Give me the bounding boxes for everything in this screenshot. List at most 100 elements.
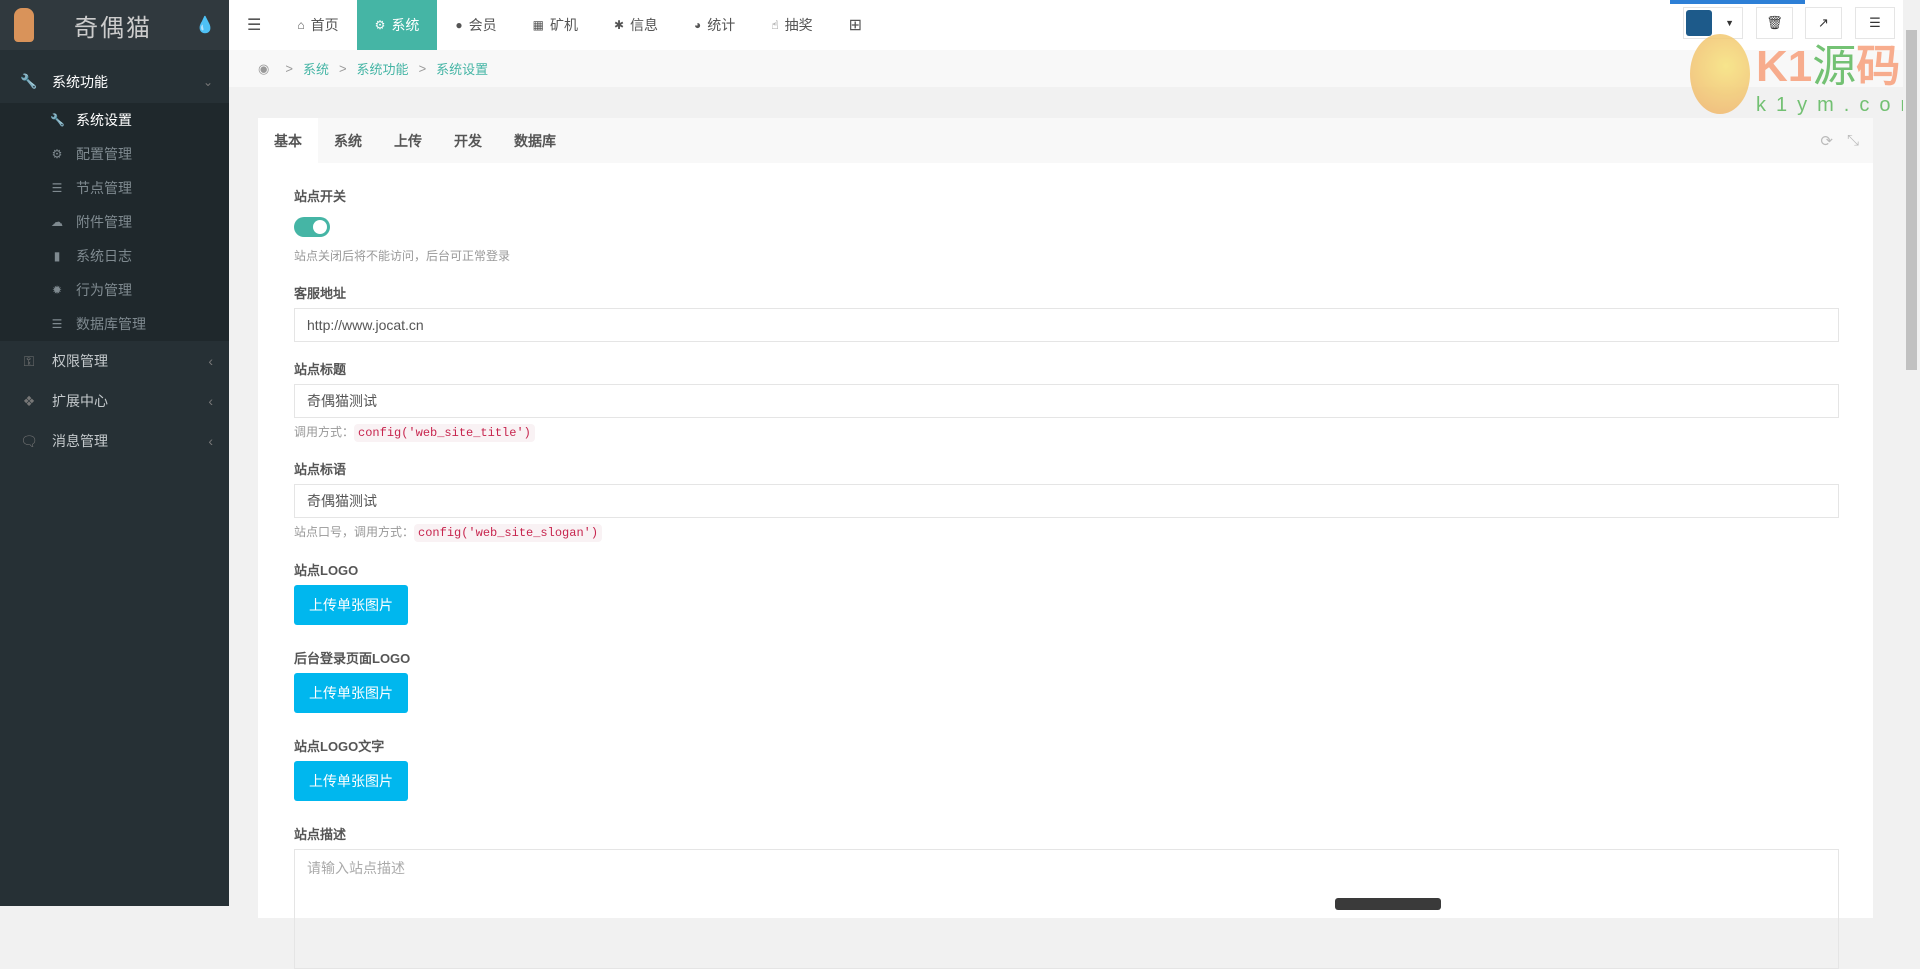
- separator: >: [285, 61, 293, 76]
- sidebar-item-attachments[interactable]: ☁ 附件管理: [0, 205, 229, 239]
- upload-logo-text-button[interactable]: 上传单张图片: [294, 761, 408, 801]
- nav-info[interactable]: ✱ 信息: [596, 0, 676, 50]
- sidebar-item-extensions[interactable]: ❖ 扩展中心 ‹: [0, 381, 229, 421]
- wrench-icon: 🔧: [50, 113, 65, 127]
- key-icon: ⚿: [23, 352, 35, 369]
- scrollbar[interactable]: [1903, 0, 1920, 906]
- item-label: 权限管理: [52, 353, 108, 369]
- item-label: 数据库管理: [76, 316, 146, 332]
- top-navbar: ☰ ⌂ 首页 ⚙ 系统 ● 会员 ▦ 矿机 ✱ 信息 ◕ 统计 ☝ 抽奖 ⊞: [229, 0, 1920, 50]
- service-url-input[interactable]: http://www.jocat.cn: [294, 308, 1839, 342]
- fullscreen-icon[interactable]: ⤡: [1847, 132, 1859, 150]
- nav-miners[interactable]: ▦ 矿机: [515, 0, 596, 50]
- chevron-left-icon: ‹: [208, 433, 213, 449]
- wrench-icon: 🔧: [20, 73, 38, 89]
- sidebar-item-system-settings[interactable]: 🔧 系统设置: [0, 103, 229, 137]
- clear-cache-button[interactable]: 🗑: [1756, 7, 1793, 39]
- breadcrumb-link[interactable]: 系统: [303, 59, 329, 78]
- item-label: 系统设置: [76, 112, 132, 128]
- nav-system[interactable]: ⚙ 系统: [356, 0, 438, 50]
- sidebar-item-permissions[interactable]: ⚿ 权限管理 ‹: [0, 341, 229, 381]
- field-label: 站点LOGO文字: [294, 739, 385, 754]
- field-label: 后台登录页面LOGO: [294, 651, 411, 666]
- tab-basic[interactable]: 基本: [258, 118, 318, 163]
- apps-grid-icon[interactable]: ⊞: [831, 0, 880, 50]
- separator: >: [338, 61, 347, 76]
- external-link-icon: ↗: [1818, 15, 1829, 30]
- cat-mascot-icon: [14, 8, 34, 42]
- item-label: 扩展中心: [52, 393, 108, 409]
- sidebar: 奇偶猫 💧 🔧 系统功能 ⌄ 🔧 系统设置 ⚙ 配置管理 ☰ 节点管理 ☁ 附件管理 ▮…: [0, 0, 229, 906]
- refresh-icon[interactable]: ⟳: [1820, 132, 1833, 150]
- nav-label: 系统: [391, 17, 420, 33]
- nav-home[interactable]: ⌂ 首页: [279, 0, 356, 50]
- site-title-input[interactable]: 奇偶猫测试: [294, 384, 1839, 418]
- logo[interactable]: 奇偶猫 💧: [0, 0, 229, 50]
- comments-icon: 🗨: [20, 432, 38, 449]
- nav-stats[interactable]: ◕ 统计: [676, 0, 753, 50]
- tab-upload[interactable]: 上传: [378, 118, 438, 163]
- sidebar-toggle-button[interactable]: ☰: [229, 0, 279, 50]
- open-frontend-button[interactable]: ↗: [1805, 7, 1842, 39]
- item-label: 消息管理: [52, 433, 108, 449]
- gear-icon: ⚙: [374, 18, 386, 32]
- field-label: 站点LOGO: [294, 563, 359, 578]
- sidebar-item-actions[interactable]: ✹ 行为管理: [0, 273, 229, 307]
- upload-login-logo-button[interactable]: 上传单张图片: [294, 673, 408, 713]
- chevron-left-icon: ‹: [208, 353, 213, 369]
- menu-system-functions[interactable]: 🔧 系统功能 ⌄: [0, 60, 229, 103]
- site-switch-toggle[interactable]: [294, 217, 330, 237]
- settings-menu-button[interactable]: ☰: [1855, 7, 1895, 39]
- cloud-upload-icon: ☁: [51, 215, 63, 229]
- tab-system[interactable]: 系统: [318, 118, 378, 163]
- sidebar-item-logs[interactable]: ▮ 系统日志: [0, 239, 229, 273]
- breadcrumb: ◉ > 系统 > 系统功能 > 系统设置: [229, 50, 1903, 87]
- help-text: 站点关闭后将不能访问，后台可正常登录: [294, 249, 511, 263]
- chevron-down-icon: ⌄: [202, 74, 213, 89]
- item-label: 节点管理: [76, 180, 132, 196]
- tooltip: [1335, 898, 1441, 910]
- bars-icon: ☰: [51, 181, 63, 195]
- nav-label: 会员: [468, 17, 497, 33]
- field-label: 站点标题: [294, 362, 347, 377]
- windows-icon: ▦: [532, 18, 544, 32]
- user-icon: ●: [455, 18, 463, 32]
- nav-label: 统计: [707, 17, 736, 33]
- field-label: 站点开关: [294, 189, 347, 204]
- site-description-textarea[interactable]: 请输入站点描述: [294, 849, 1839, 969]
- sidebar-item-nodes[interactable]: ☰ 节点管理: [0, 171, 229, 205]
- dropbox-icon: ❖: [22, 392, 36, 409]
- home-icon: ⌂: [297, 18, 305, 32]
- breadcrumb-current[interactable]: 系统设置: [436, 59, 488, 78]
- sidebar-item-messages[interactable]: 🗨 消息管理 ‹: [0, 421, 229, 461]
- breadcrumb-link[interactable]: 系统功能: [357, 59, 409, 78]
- scrollbar-thumb[interactable]: [1906, 30, 1917, 370]
- item-label: 系统日志: [76, 248, 132, 264]
- item-label: 行为管理: [76, 282, 132, 298]
- sidebar-item-database[interactable]: ☰ 数据库管理: [0, 307, 229, 341]
- help-text: 站点口号，调用方式：: [294, 525, 415, 539]
- tab-develop[interactable]: 开发: [438, 118, 498, 163]
- item-label: 配置管理: [76, 146, 132, 162]
- nav-label: 信息: [630, 17, 659, 33]
- watermark-url: k1ym.com: [1756, 94, 1920, 116]
- nav-members[interactable]: ● 会员: [437, 0, 514, 50]
- trash-icon: 🗑: [1766, 15, 1783, 30]
- hand-icon: ☝: [771, 18, 779, 32]
- help-text: 调用方式：: [294, 425, 355, 439]
- pie-chart-icon: ◕: [694, 18, 702, 32]
- user-avatar-dropdown[interactable]: ▼: [1683, 7, 1743, 39]
- nav-lottery[interactable]: ☝ 抽奖: [753, 0, 830, 50]
- nav-label: 首页: [310, 17, 339, 33]
- caret-down-icon: ▼: [1725, 18, 1734, 28]
- nav-label: 矿机: [549, 17, 578, 33]
- upload-site-logo-button[interactable]: 上传单张图片: [294, 585, 408, 625]
- sidebar-item-config[interactable]: ⚙ 配置管理: [0, 137, 229, 171]
- site-slogan-input[interactable]: 奇偶猫测试: [294, 484, 1839, 518]
- chevron-left-icon: ‹: [208, 393, 213, 409]
- submenu: 🔧 系统设置 ⚙ 配置管理 ☰ 节点管理 ☁ 附件管理 ▮ 系统日志 ✹ 行为管理 ☰ 数据库…: [0, 103, 229, 341]
- code-snippet: config('web_site_title'): [354, 424, 535, 442]
- theme-drop-icon[interactable]: 💧: [195, 15, 215, 35]
- tab-database[interactable]: 数据库: [498, 118, 572, 163]
- tab-bar: 基本 系统 上传 开发 数据库 ⟳ ⤡: [258, 118, 1873, 163]
